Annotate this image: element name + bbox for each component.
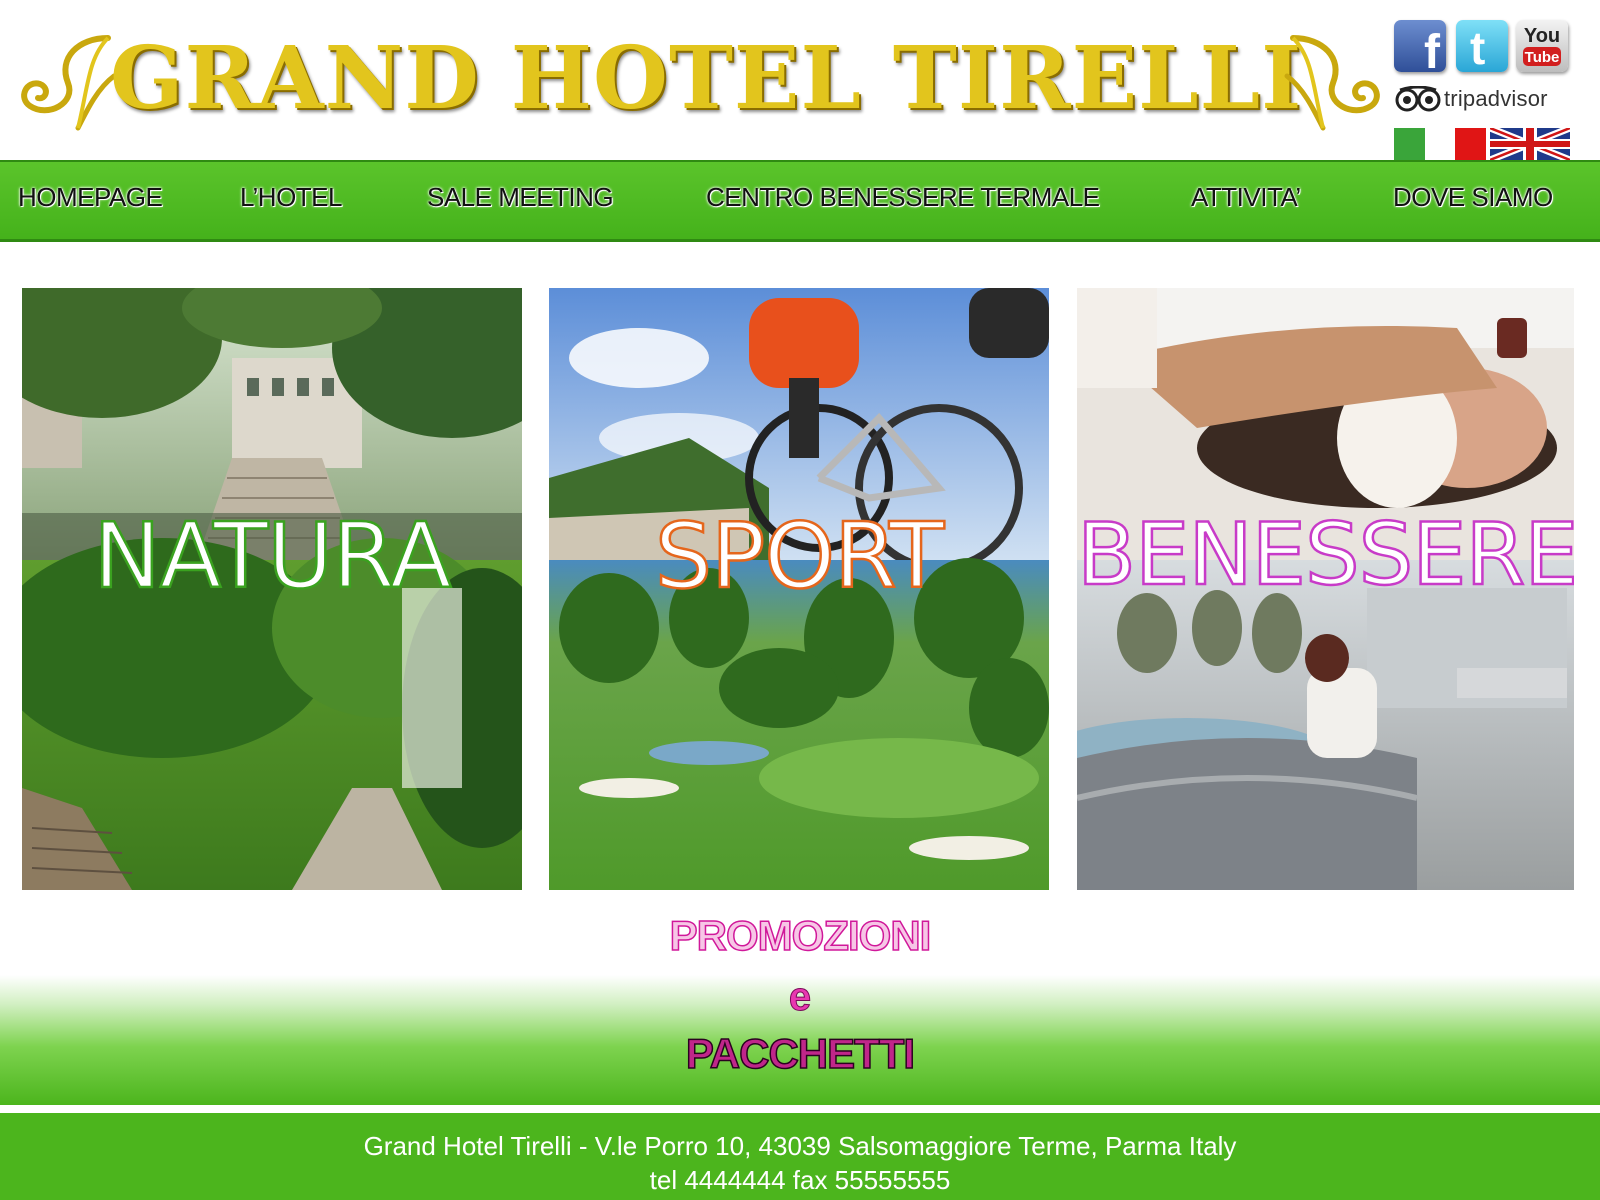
tile-natura[interactable]: NATURA: [22, 288, 522, 890]
nav-item-dove-siamo[interactable]: DOVE SIAMO: [1393, 182, 1553, 213]
main-nav: HOMEPAGE L’HOTEL SALE MEETING CENTRO BEN…: [0, 160, 1600, 242]
nav-item-centro-benessere[interactable]: CENTRO BENESSERE TERMALE: [706, 182, 1100, 213]
nav-item-sale-meeting[interactable]: SALE MEETING: [427, 182, 614, 213]
logo-swirl-right-icon: [1284, 35, 1380, 131]
promo-title-promozioni[interactable]: PROMOZIONI: [0, 911, 1600, 960]
promo-title-pacchetti[interactable]: PACCHETTI: [0, 1029, 1600, 1078]
tripadvisor-owl-icon: [1395, 86, 1441, 112]
english-flag-icon[interactable]: [1490, 128, 1570, 160]
social-links: f t You Tube: [1394, 20, 1584, 80]
italian-flag-icon[interactable]: [1394, 128, 1486, 160]
footer-address: Grand Hotel Tirelli - V.le Porro 10, 430…: [363, 1131, 1237, 1161]
hotel-logo[interactable]: GRAND HOTEL TIRELLI: [18, 28, 1380, 138]
logo-swirl-left-icon: [21, 35, 117, 131]
nav-item-homepage[interactable]: HOMEPAGE: [18, 182, 163, 213]
tile-label-natura: NATURA: [92, 504, 453, 609]
facebook-icon[interactable]: f: [1394, 20, 1446, 72]
tile-label-benessere: BENESSERE: [1077, 505, 1574, 605]
promo-title-e[interactable]: e: [0, 975, 1600, 1020]
svg-text:t: t: [1470, 22, 1485, 72]
svg-text:f: f: [1424, 26, 1441, 72]
nav-item-hotel[interactable]: L’HOTEL: [240, 182, 343, 213]
footer-contacts: tel 4444444 fax 55555555: [649, 1165, 951, 1195]
nav-item-attivita[interactable]: ATTIVITA’: [1191, 182, 1301, 213]
youtube-icon[interactable]: You Tube: [1516, 20, 1568, 72]
tile-label-sport: SPORT: [654, 504, 946, 609]
tripadvisor-link[interactable]: tripadvisor: [1394, 84, 1574, 114]
svg-text:Tube: Tube: [1525, 49, 1560, 66]
footer: Grand Hotel Tirelli - V.le Porro 10, 430…: [0, 1110, 1600, 1200]
tile-sport[interactable]: SPORT: [549, 288, 1049, 890]
tripadvisor-label: tripadvisor: [1444, 86, 1548, 111]
logo-text: GRAND HOTEL TIRELLI: [110, 28, 1303, 129]
svg-text:You: You: [1524, 25, 1560, 47]
twitter-icon[interactable]: t: [1456, 20, 1508, 72]
tile-benessere[interactable]: BENESSERE: [1077, 288, 1574, 890]
header: GRAND HOTEL TIRELLI f t You Tube tripadv…: [0, 0, 1600, 160]
